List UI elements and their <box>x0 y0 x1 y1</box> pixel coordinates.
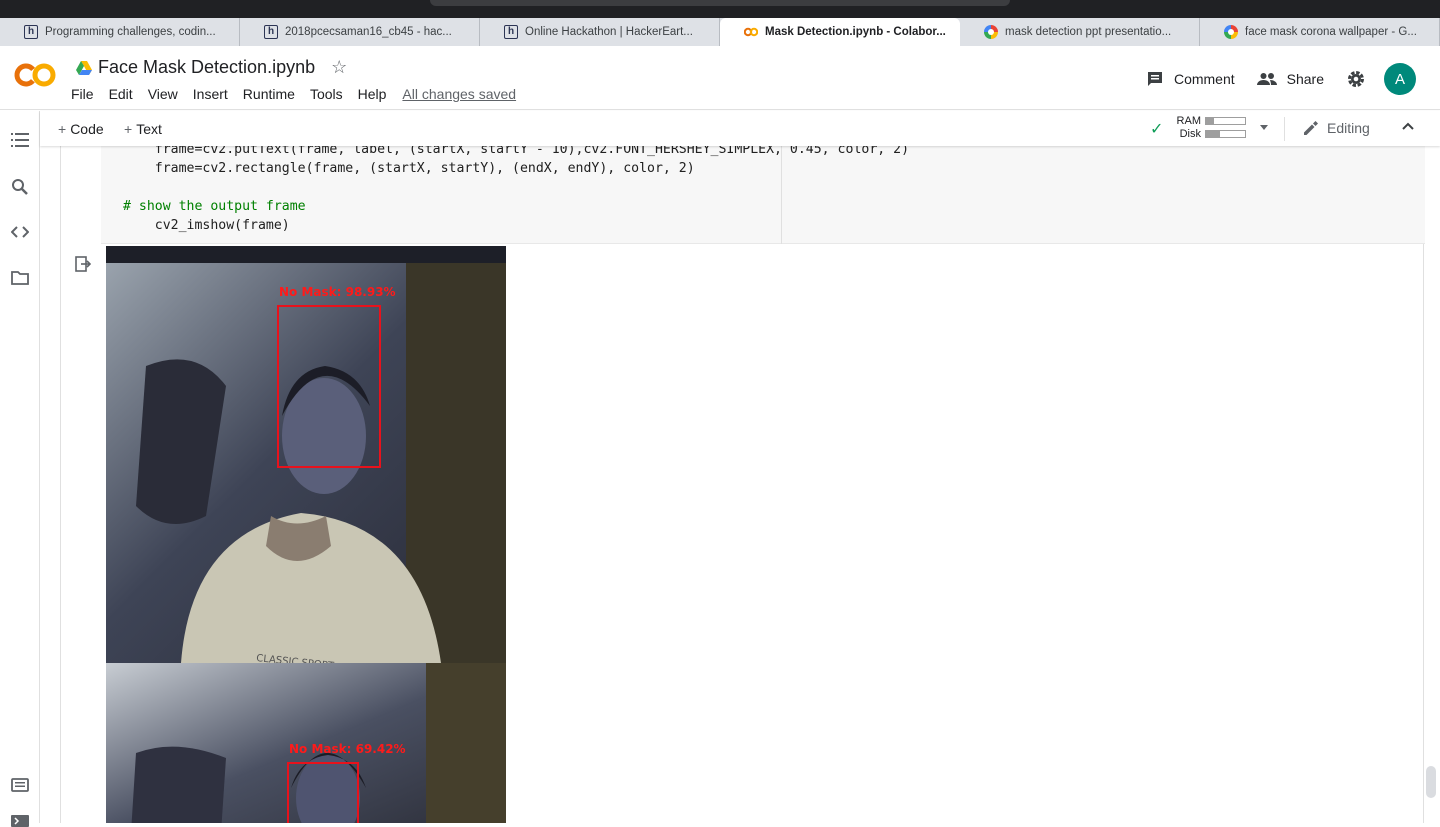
hackerearth-icon: h <box>24 25 38 39</box>
notebook-area: frame=cv2.putText(frame, label, (startX,… <box>40 146 1440 823</box>
folder-icon[interactable] <box>11 271 29 285</box>
hackerearth-icon: h <box>504 25 518 39</box>
people-icon <box>1256 73 1277 85</box>
tab-label: face mask corona wallpaper - G... <box>1245 26 1417 38</box>
detection-box <box>277 305 381 468</box>
detection-box <box>287 762 359 823</box>
code-cell[interactable]: frame=cv2.putText(frame, label, (startX,… <box>60 146 1425 823</box>
share-label: Share <box>1286 71 1324 87</box>
google-icon <box>1224 25 1238 39</box>
resources-dropdown-icon[interactable] <box>1260 125 1268 130</box>
add-code-button[interactable]: + Code <box>58 121 104 137</box>
resource-meters[interactable] <box>1205 117 1246 143</box>
tab-label: mask detection ppt presentatio... <box>1005 26 1172 38</box>
toolbar-divider <box>1284 117 1285 141</box>
menu-help[interactable]: Help <box>358 86 387 102</box>
browser-tab[interactable]: mask detection ppt presentatio... <box>960 18 1200 46</box>
plus-icon: + <box>124 121 133 137</box>
colab-logo-icon[interactable] <box>14 62 56 88</box>
gear-icon[interactable] <box>1346 69 1366 89</box>
code-text: frame=cv2.putText(frame, label, (startX,… <box>123 146 909 235</box>
browser-tab[interactable]: h Programming challenges, codin... <box>0 18 240 46</box>
tab-label: Programming challenges, codin... <box>45 26 216 38</box>
tab-label: Online Hackathon | HackerEart... <box>525 26 693 38</box>
menu-edit[interactable]: Edit <box>109 86 133 102</box>
code-snippets-icon[interactable] <box>11 226 29 238</box>
menu-runtime[interactable]: Runtime <box>243 86 295 102</box>
editor-split-divider <box>781 146 782 244</box>
menu-insert[interactable]: Insert <box>193 86 228 102</box>
tab-label: Mask Detection.ipynb - Colabor... <box>765 26 946 38</box>
disk-meter-fill <box>1206 131 1220 137</box>
output-frame-image: CLASSIC SPORT No Mask: 98.93% <box>106 246 506 663</box>
code-line: frame=cv2.putText(frame, label, (startX,… <box>123 146 910 157</box>
menu-bar: File Edit View Insert Runtime Tools Help… <box>71 86 516 102</box>
editing-mode-button[interactable]: Editing <box>1303 120 1370 136</box>
comment-label: Comment <box>1173 71 1235 87</box>
colab-icon <box>744 25 758 39</box>
browser-titlebar <box>0 0 1440 18</box>
disk-label: Disk <box>1179 128 1201 140</box>
comment-button[interactable]: Comment <box>1146 70 1235 88</box>
add-code-label: Code <box>70 121 104 137</box>
browser-tab-active[interactable]: Mask Detection.ipynb - Colabor... <box>720 18 960 46</box>
output-frame-image: No Mask: 69.42% <box>106 663 506 823</box>
avatar[interactable]: A <box>1384 63 1416 95</box>
browser-tab-strip: h Programming challenges, codin... h 201… <box>0 18 1440 46</box>
share-button[interactable]: Share <box>1256 71 1324 87</box>
plus-icon: + <box>58 121 67 137</box>
code-line: frame=cv2.rectangle(frame, (startX, star… <box>123 161 695 176</box>
connected-check-icon[interactable]: ✓ <box>1150 119 1163 139</box>
browser-tab[interactable]: h 2018pcecsaman16_cb45 - hac... <box>240 18 480 46</box>
code-editor[interactable]: frame=cv2.putText(frame, label, (startX,… <box>101 146 1425 244</box>
detection-label: No Mask: 98.93% <box>279 285 396 299</box>
comment-icon <box>1147 72 1162 86</box>
menu-file[interactable]: File <box>71 86 94 102</box>
notebook-title[interactable]: Face Mask Detection.ipynb <box>98 57 315 78</box>
add-text-label: Text <box>136 121 162 137</box>
command-palette-icon[interactable] <box>11 778 29 792</box>
notebook-toolbar: + Code + Text ✓ RAM Disk Editing <box>40 111 1440 146</box>
save-status-link[interactable]: All changes saved <box>402 86 516 102</box>
code-comment-line: # show the output frame <box>123 199 306 214</box>
pencil-icon <box>1304 121 1318 135</box>
ram-meter-fill <box>1206 118 1214 124</box>
google-drive-icon[interactable] <box>76 60 92 75</box>
google-icon <box>984 25 998 39</box>
resource-labels[interactable]: RAM Disk <box>1171 115 1201 141</box>
clear-output-icon[interactable] <box>75 256 91 272</box>
star-icon[interactable]: ☆ <box>331 57 347 78</box>
menu-view[interactable]: View <box>148 86 178 102</box>
ram-meter <box>1205 117 1246 125</box>
notebook-scrollbar[interactable] <box>1426 766 1436 798</box>
editing-label: Editing <box>1327 120 1370 136</box>
ram-label: RAM <box>1176 115 1201 127</box>
tab-label: 2018pcecsaman16_cb45 - hac... <box>285 26 452 38</box>
colab-header: Face Mask Detection.ipynb ☆ File Edit Vi… <box>0 46 1440 110</box>
detection-label: No Mask: 69.42% <box>289 742 406 756</box>
add-text-button[interactable]: + Text <box>124 121 162 137</box>
search-icon[interactable] <box>11 178 29 196</box>
address-bar-edge <box>430 0 1010 6</box>
terminal-icon[interactable] <box>11 815 29 827</box>
chevron-up-icon[interactable] <box>1402 122 1414 130</box>
menu-tools[interactable]: Tools <box>310 86 343 102</box>
disk-meter <box>1205 130 1246 138</box>
left-sidebar <box>0 111 40 827</box>
table-of-contents-icon[interactable] <box>11 133 29 147</box>
code-line: cv2_imshow(frame) <box>123 218 290 233</box>
browser-tab[interactable]: face mask corona wallpaper - G... <box>1200 18 1440 46</box>
browser-tab[interactable]: h Online Hackathon | HackerEart... <box>480 18 720 46</box>
hackerearth-icon: h <box>264 25 278 39</box>
